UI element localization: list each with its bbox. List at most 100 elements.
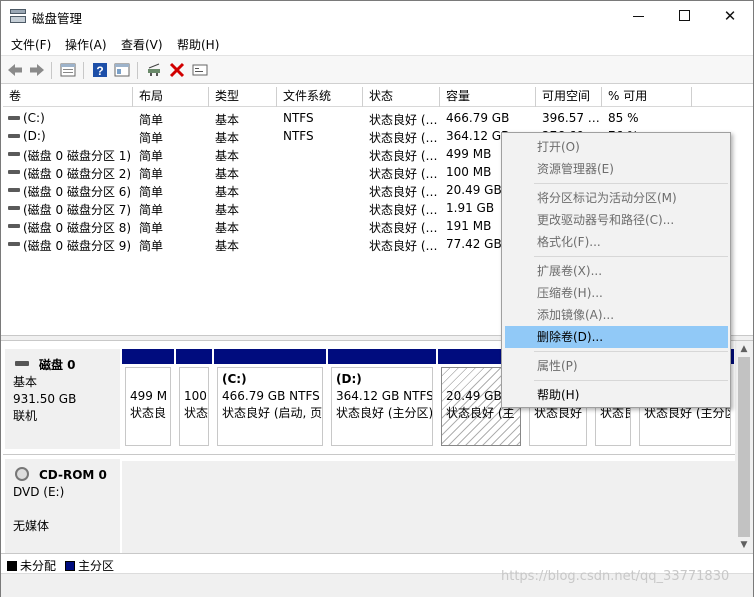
- context-menu-item[interactable]: 帮助(H): [505, 384, 728, 406]
- close-button[interactable]: ✕: [707, 1, 753, 31]
- cell-type: 基本: [215, 203, 240, 217]
- cell-capacity: 466.79 GB: [446, 111, 510, 125]
- cdrom-0-label[interactable]: CD-ROM 0 DVD (E:) 无媒体: [5, 459, 120, 553]
- column-volume[interactable]: 卷: [3, 87, 133, 107]
- cell-volume: (磁盘 0 磁盘分区 8): [23, 221, 132, 235]
- partition-block[interactable]: (C:) 466.79 GB NTFS 状态良好 (启动, 页: [214, 349, 326, 449]
- volume-icon: [8, 206, 20, 210]
- cell-volume: (磁盘 0 磁盘分区 9): [23, 239, 132, 253]
- forward-arrow-icon[interactable]: [28, 61, 46, 79]
- volume-icon: [8, 242, 20, 246]
- connect-icon[interactable]: [145, 61, 163, 79]
- menu-file[interactable]: 文件(F): [11, 36, 51, 53]
- partition-block[interactable]: 499 M 状态良: [122, 349, 174, 449]
- volume-icon: [8, 152, 20, 156]
- cell-fs: NTFS: [283, 129, 314, 143]
- disk-0-label[interactable]: 磁盘 0 基本 931.50 GB 联机: [5, 349, 120, 449]
- menu-separator: [534, 380, 728, 381]
- partition-name: (D:): [336, 372, 362, 386]
- partition-block[interactable]: 100 状态: [176, 349, 212, 449]
- partition-size: 364.12 GB NTFS: [336, 389, 433, 403]
- disk-0-state: 联机: [13, 409, 38, 423]
- cell-layout: 简单: [139, 131, 164, 145]
- cell-volume: (磁盘 0 磁盘分区 1): [23, 149, 132, 163]
- cell-status: 状态良好 (…: [369, 113, 438, 127]
- maximize-icon: [678, 9, 690, 21]
- cell-type: 基本: [215, 113, 240, 127]
- cell-type: 基本: [215, 131, 240, 145]
- partition-status: 状态良好 (启动, 页: [222, 406, 323, 420]
- cell-volume: (磁盘 0 磁盘分区 6): [23, 185, 132, 199]
- context-menu-item[interactable]: 删除卷(D)...: [505, 326, 728, 348]
- cell-layout: 简单: [139, 221, 164, 235]
- cell-status: 状态良好 (…: [369, 239, 438, 253]
- disk-0-size: 931.50 GB: [13, 392, 77, 406]
- graph-vertical-scrollbar[interactable]: ▲ ▼: [735, 341, 753, 553]
- disk-0-name: 磁盘 0: [39, 358, 76, 372]
- volume-icon: [8, 188, 20, 192]
- cell-status: 状态良好 (…: [369, 185, 438, 199]
- scroll-up-icon[interactable]: ▲: [735, 341, 753, 357]
- partition-status: 状态良好 (主分区): [336, 406, 433, 420]
- cell-layout: 简单: [139, 203, 164, 217]
- menu-separator: [534, 351, 728, 352]
- scroll-down-icon[interactable]: ▼: [735, 537, 753, 553]
- cell-type: 基本: [215, 149, 240, 163]
- back-arrow-icon[interactable]: [6, 61, 24, 79]
- maximize-button[interactable]: [661, 1, 707, 31]
- column-free-space[interactable]: 可用空间: [536, 87, 602, 107]
- cdrom-0-state: 无媒体: [13, 519, 50, 533]
- scroll-thumb[interactable]: [738, 357, 750, 537]
- cell-status: 状态良好 (…: [369, 203, 438, 217]
- partition-size: 499 M: [130, 389, 168, 403]
- menu-separator: [534, 256, 728, 257]
- view-icon[interactable]: [113, 61, 131, 79]
- column-filesystem[interactable]: 文件系统: [277, 87, 363, 107]
- cdrom-0-type: DVD (E:): [13, 485, 65, 499]
- menu-bar: 文件(F) 操作(A) 查看(V) 帮助(H): [1, 31, 753, 55]
- cell-layout: 简单: [139, 167, 164, 181]
- help-icon[interactable]: ?: [91, 61, 109, 79]
- volume-icon: [8, 134, 20, 138]
- console-icon[interactable]: [191, 61, 209, 79]
- column-capacity[interactable]: 容量: [440, 87, 536, 107]
- cell-status: 状态良好 (…: [369, 149, 438, 163]
- minimize-button[interactable]: [615, 1, 661, 31]
- cell-status: 状态良好 (…: [369, 131, 438, 145]
- cell-pct: 85 %: [608, 111, 639, 125]
- cdrom-0-area: [122, 461, 735, 553]
- column-type[interactable]: 类型: [209, 87, 277, 107]
- column-layout[interactable]: 布局: [133, 87, 209, 107]
- partition-block[interactable]: (D:) 364.12 GB NTFS 状态良好 (主分区): [328, 349, 436, 449]
- menu-view[interactable]: 查看(V): [121, 36, 163, 53]
- column-percent-free[interactable]: % 可用: [602, 87, 692, 107]
- cell-type: 基本: [215, 185, 240, 199]
- disk-icon: [15, 361, 29, 366]
- cell-status: 状态良好 (…: [369, 221, 438, 235]
- cdrom-0-name: CD-ROM 0: [39, 468, 107, 482]
- minimize-icon: [632, 16, 644, 17]
- title-bar: 磁盘管理 ✕: [1, 1, 753, 31]
- cell-volume: (磁盘 0 磁盘分区 2): [23, 167, 132, 181]
- partition-status: 状态良: [130, 406, 167, 420]
- window-title: 磁盘管理: [32, 11, 83, 26]
- cell-layout: 简单: [139, 239, 164, 253]
- menu-help[interactable]: 帮助(H): [177, 36, 219, 53]
- partition-size: 100: [184, 389, 207, 403]
- context-menu-item: 将分区标记为活动分区(M): [537, 191, 677, 205]
- partition-status: 状态: [184, 406, 209, 420]
- cell-type: 基本: [215, 239, 240, 253]
- column-header: 卷 布局 类型 文件系统 状态 容量 可用空间 % 可用: [3, 87, 753, 107]
- properties-icon[interactable]: [59, 61, 77, 79]
- context-menu-item: 属性(P): [537, 359, 578, 373]
- menu-action[interactable]: 操作(A): [65, 36, 107, 53]
- cell-type: 基本: [215, 167, 240, 181]
- legend-unallocated: 未分配: [7, 557, 56, 574]
- disk-management-app-icon: [10, 9, 26, 23]
- table-row[interactable]: (C:) 简单 基本 NTFS 状态良好 (… 466.79 GB 396.57 … 85 %: [3, 109, 753, 127]
- column-status[interactable]: 状态: [363, 87, 440, 107]
- partition-name: (C:): [222, 372, 247, 386]
- toolbar: ?: [1, 55, 753, 84]
- delete-icon[interactable]: [168, 61, 186, 79]
- volume-icon: [8, 170, 20, 174]
